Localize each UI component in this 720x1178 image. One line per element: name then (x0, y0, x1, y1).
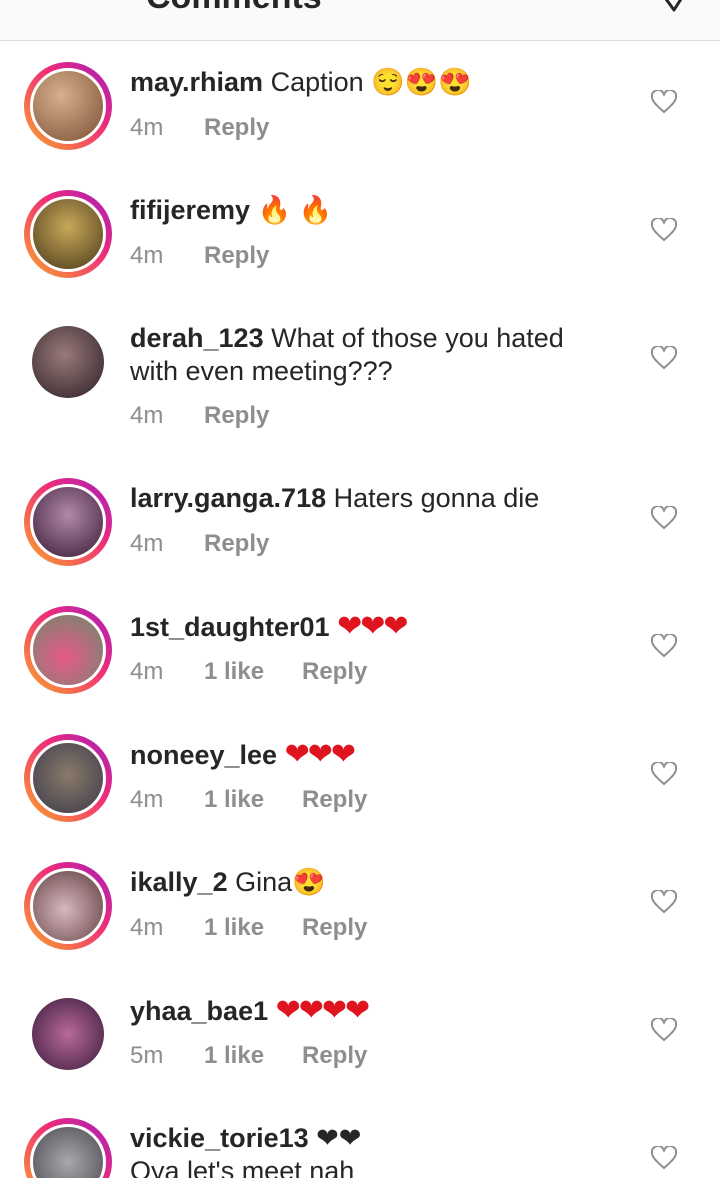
page-title: Comments (146, 0, 322, 17)
comment-username[interactable]: noneey_lee (130, 740, 277, 770)
comment-time: 4m (130, 242, 164, 269)
reply-button[interactable]: Reply (204, 530, 269, 558)
back-arrow-icon[interactable] (22, 0, 52, 14)
avatar-image (30, 868, 106, 944)
reply-button[interactable]: Reply (302, 658, 367, 686)
comment-text: Haters gonna die (333, 483, 540, 513)
comment-item: noneey_lee ❤❤❤ 4m 1 like Reply (0, 734, 720, 854)
reply-button[interactable]: Reply (204, 402, 269, 430)
likes-count[interactable]: 1 like (204, 786, 302, 814)
comment-item: ikally_2 Gina😍 4m 1 like Reply (0, 862, 720, 982)
comment-username[interactable]: 1st_daughter01 (130, 612, 330, 642)
comment-username[interactable]: may.rhiam (130, 67, 263, 97)
reply-button[interactable]: Reply (302, 1042, 367, 1070)
comment-text: ❤❤❤ (337, 610, 408, 643)
comment-text: ❤❤❤ (284, 738, 356, 771)
likes-count[interactable]: 1 like (204, 914, 302, 942)
comment-time: 4m (130, 402, 164, 429)
comment-item: yhaa_bae1 ❤❤❤❤ 5m 1 like Reply (0, 990, 720, 1110)
avatar[interactable] (24, 734, 112, 822)
like-heart-icon[interactable] (651, 1146, 677, 1170)
like-heart-icon[interactable] (651, 506, 677, 530)
send-icon[interactable] (652, 0, 692, 12)
likes-count[interactable]: 1 like (204, 658, 302, 686)
avatar[interactable] (24, 478, 112, 566)
comment-username[interactable]: ikally_2 (130, 867, 228, 897)
avatar[interactable] (24, 62, 112, 150)
avatar[interactable] (24, 862, 112, 950)
comment-text: Gina😍 (235, 867, 326, 897)
reply-button[interactable]: Reply (302, 786, 367, 814)
comment-item: vickie_torie13 ❤❤ Oya let's meet nah (0, 1118, 720, 1178)
comment-text: ❤❤❤❤ (275, 994, 371, 1027)
comment-time: 4m (130, 658, 164, 685)
top-bar: Comments (0, 0, 720, 41)
comment-text: 🔥 🔥 (257, 195, 333, 225)
comment-item: larry.ganga.718 Haters gonna die 4m Reply (0, 478, 720, 598)
like-heart-icon[interactable] (651, 634, 677, 658)
reply-button[interactable]: Reply (204, 242, 269, 270)
comment-time: 4m (130, 530, 164, 557)
like-heart-icon[interactable] (651, 1018, 677, 1042)
avatar[interactable] (24, 990, 112, 1078)
avatar[interactable] (24, 606, 112, 694)
comment-item: derah_123 What of those you hated with e… (0, 318, 720, 468)
reply-button[interactable]: Reply (204, 114, 269, 142)
avatar-image (30, 68, 106, 144)
comment-item: may.rhiam Caption 😌😍😍 4m Reply (0, 62, 720, 182)
avatar-image (30, 740, 106, 816)
avatar[interactable] (24, 1118, 112, 1178)
avatar-image (30, 484, 106, 560)
avatar[interactable] (24, 190, 112, 278)
comment-username[interactable]: vickie_torie13 (130, 1123, 309, 1153)
comment-time: 4m (130, 914, 164, 941)
comment-time: 5m (130, 1042, 164, 1069)
comment-time: 4m (130, 786, 164, 813)
comment-username[interactable]: larry.ganga.718 (130, 483, 326, 513)
like-heart-icon[interactable] (651, 762, 677, 786)
like-heart-icon[interactable] (651, 218, 677, 242)
avatar-image (32, 326, 104, 398)
comment-item: 1st_daughter01 ❤❤❤ 4m 1 like Reply (0, 606, 720, 726)
comment-username[interactable]: derah_123 (130, 323, 264, 353)
avatar-image (32, 998, 104, 1070)
avatar[interactable] (24, 318, 112, 406)
avatar-image (30, 612, 106, 688)
reply-button[interactable]: Reply (302, 914, 367, 942)
comment-time: 4m (130, 114, 164, 141)
comments-list: may.rhiam Caption 😌😍😍 4m Reply fifijeremy… (0, 40, 720, 1178)
avatar-image (30, 1124, 106, 1178)
avatar-image (30, 196, 106, 272)
likes-count[interactable]: 1 like (204, 1042, 302, 1070)
comment-username[interactable]: yhaa_bae1 (130, 996, 268, 1026)
comment-item: fifijeremy 🔥 🔥 4m Reply (0, 190, 720, 310)
like-heart-icon[interactable] (651, 890, 677, 914)
comment-username[interactable]: fifijeremy (130, 195, 250, 225)
like-heart-icon[interactable] (651, 346, 677, 370)
comment-text: Caption 😌😍😍 (270, 67, 472, 97)
like-heart-icon[interactable] (651, 90, 677, 114)
